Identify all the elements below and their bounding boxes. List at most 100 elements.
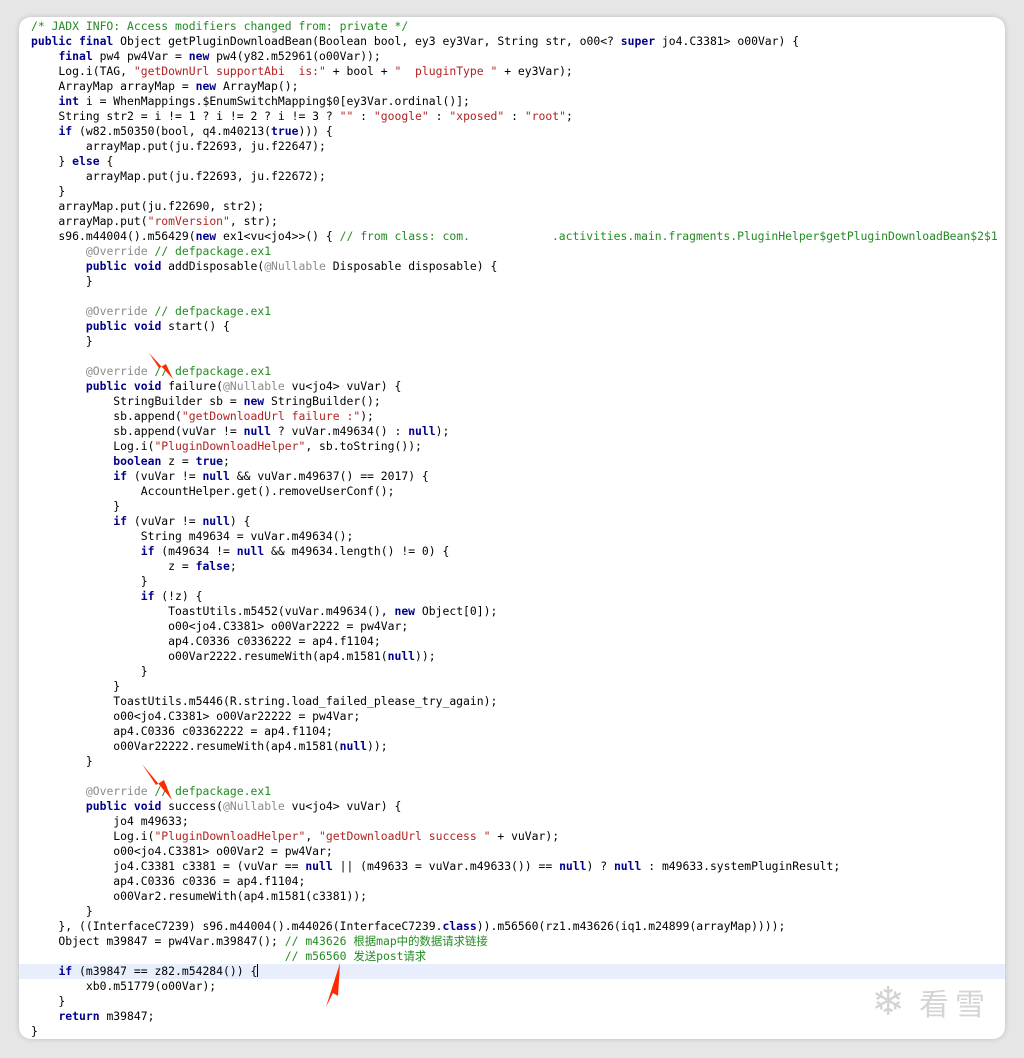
code-text: addDisposable( (161, 259, 265, 273)
keyword: new (195, 229, 217, 243)
code-text: } (31, 184, 66, 198)
keyword: public void (85, 379, 162, 393)
string-literal: "root" (524, 109, 566, 123)
code-text: ); (360, 409, 374, 423)
code-line: } (31, 754, 1005, 769)
code-text: o00<jo4.C3381> o00Var2222 = pw4Var; (31, 619, 409, 633)
code-text: m39847; (99, 1009, 155, 1023)
code-line: if (m39847 == z82.m54284()) { (19, 964, 1005, 979)
keyword: null (305, 859, 333, 873)
comment: // defpackage.ex1 (154, 304, 272, 318)
code-text: (m39847 == z82.m54284()) { (72, 964, 258, 978)
string-literal: "" (339, 109, 354, 123)
comment: /* JADX INFO: Access modifiers changed f… (31, 19, 409, 33)
annotation: @Nullable (223, 799, 285, 813)
keyword: if (140, 589, 155, 603)
code-text: jo4 m49633; (31, 814, 189, 828)
red-arrow-icon (142, 764, 172, 800)
code-line: @Override // defpackage.ex1 (31, 364, 1005, 379)
code-text: z = (161, 454, 196, 468)
code-text: pw4 pw4Var = (92, 49, 189, 63)
code-text: ); (435, 424, 450, 438)
code-text: xb0.m51779(o00Var); (31, 979, 217, 993)
code-line: Log.i("PluginDownloadHelper", "getDownlo… (31, 829, 1005, 844)
code-line: } (31, 574, 1005, 589)
keyword: null (243, 424, 272, 438)
string-literal: "romVersion" (147, 214, 230, 228)
code-text: vu<jo4> vuVar) { (284, 379, 402, 393)
snowflake-icon: ❄ (871, 979, 911, 1025)
keyword: if (58, 964, 73, 978)
code-text: } (31, 904, 93, 918)
code-text: arrayMap.put(ju.f22693, ju.f22647); (31, 139, 326, 153)
code-text: arrayMap.put(ju.f22690, str2); (31, 199, 265, 213)
code-text: jo4.C3381 c3381 = (vuVar == (31, 859, 306, 873)
code-line: } (31, 274, 1005, 289)
code-text: ) { (229, 514, 251, 528)
code-line: }, ((InterfaceC7239) s96.m44004().m44026… (31, 919, 1005, 934)
code-line: ToastUtils.m5452(vuVar.m49634(), new Obj… (31, 604, 1005, 619)
code-line: } (31, 334, 1005, 349)
keyword: else (72, 154, 100, 168)
code-text: o00<jo4.C3381> o00Var2 = pw4Var; (31, 844, 333, 858)
code-text: Log.i( (31, 829, 155, 843)
code-line: if (vuVar != null) { (31, 514, 1005, 529)
keyword: final (58, 49, 93, 63)
keyword: if (113, 469, 128, 483)
code-text: ; (229, 559, 237, 573)
code-text: }, ((InterfaceC7239) s96.m44004().m44026… (31, 919, 443, 933)
code-line: } else { (31, 154, 1005, 169)
code-line: arrayMap.put("romVersion", str); (31, 214, 1005, 229)
keyword: super (620, 34, 656, 48)
string-literal: "PluginDownloadHelper" (154, 439, 306, 453)
comment: // m43626 根据map中的数据请求链接 (284, 934, 488, 948)
code-text: : (504, 109, 525, 123)
code-line: o00<jo4.C3381> o00Var22222 = pw4Var; (31, 709, 1005, 724)
keyword: null (236, 544, 265, 558)
code-line: /* JADX INFO: Access modifiers changed f… (31, 19, 1005, 34)
code-line: } (31, 679, 1005, 694)
keyword: null (559, 859, 587, 873)
code-line: o00Var2.resumeWith(ap4.m1581(c3381)); (31, 889, 1005, 904)
code-text: (m49634 != (154, 544, 237, 558)
code-line: if (w82.m50350(bool, q4.m40213(true))) { (31, 124, 1005, 139)
annotation: @Override (85, 244, 148, 258)
string-literal: "google" (373, 109, 429, 123)
code-text: (vuVar != (127, 514, 203, 528)
code-text: } (31, 334, 93, 348)
code-line: boolean z = true; (31, 454, 1005, 469)
annotation: @Override (85, 304, 148, 318)
code-text: } (31, 274, 93, 288)
keyword: new (243, 394, 265, 408)
code-text: ap4.C0336 c0336222 = ap4.f1104; (31, 634, 381, 648)
code-text: ex1<vu<jo4>>() { (216, 229, 340, 243)
keyword: if (58, 124, 73, 138)
code-text: } (31, 679, 121, 693)
code-text: StringBuilder sb = (31, 394, 244, 408)
code-line: z = false; (31, 559, 1005, 574)
comment: // defpackage.ex1 (154, 244, 272, 258)
code-text: || (m49633 = vuVar.m49633()) == (332, 859, 560, 873)
code-line: final pw4 pw4Var = new pw4(y82.m52961(o0… (31, 49, 1005, 64)
code-line: s96.m44004().m56429(new ex1<vu<jo4>>() {… (31, 229, 1005, 244)
code-text: + bool + (325, 64, 395, 78)
string-literal: " pluginType " (394, 64, 498, 78)
keyword: true (271, 124, 299, 138)
code-text: + vuVar); (490, 829, 560, 843)
code-line: } (31, 904, 1005, 919)
code-line: @Override // defpackage.ex1 (31, 244, 1005, 259)
keyword: class (442, 919, 477, 933)
code-text: String str2 = i != 1 ? i != 2 ? i != 3 ? (31, 109, 340, 123)
code-text: : (428, 109, 450, 123)
code-line: public void addDisposable(@Nullable Disp… (31, 259, 1005, 274)
decompiled-code-view[interactable]: /* JADX INFO: Access modifiers changed f… (19, 19, 1005, 1039)
